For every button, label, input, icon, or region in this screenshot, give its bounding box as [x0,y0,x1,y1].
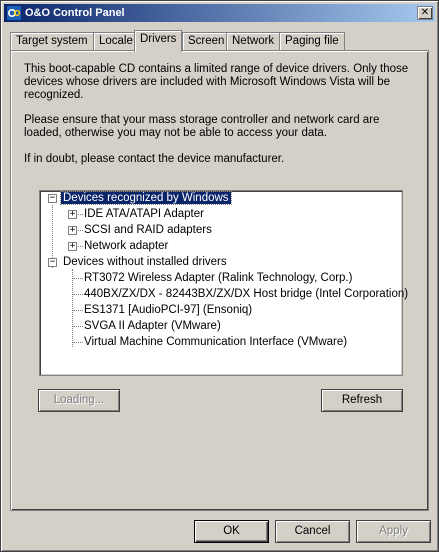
tree-node-label: RT3072 Wireless Adapter (Ralink Technolo… [84,272,353,284]
tab-locale[interactable]: Locale [93,32,139,51]
window-title: O&O Control Panel [25,7,125,19]
intro-text: This boot-capable CD contains a limited … [24,63,409,101]
app-icon [7,6,21,20]
tab-network[interactable]: Network [226,32,281,51]
tree-node-uninstalled[interactable]: Devices without installed drivers [61,255,229,271]
drivers-panel: This boot-capable CD contains a limited … [10,50,429,511]
tab-paging-file[interactable]: Paging file [279,32,345,51]
tree-node-device[interactable]: Virtual Machine Communication Interface … [82,335,349,351]
tree-node-label: Devices recognized by Windows [60,191,232,205]
cancel-button[interactable]: Cancel [275,520,350,543]
tree-node-label: SCSI and RAID adapters [84,224,212,236]
device-tree[interactable]: − Devices recognized by Windows + IDE AT… [39,190,408,376]
tab-screen[interactable]: Screen [182,32,231,51]
tree-line [72,269,73,347]
tab-drivers[interactable]: Drivers [134,30,183,52]
tree-node-scsi[interactable]: SCSI and RAID adapters [82,223,214,239]
expand-icon[interactable]: + [68,226,77,235]
expand-icon[interactable]: + [68,210,77,219]
tree-node-label: IDE ATA/ATAPI Adapter [84,208,204,220]
refresh-button[interactable]: Refresh [321,389,403,412]
tree-node-ide[interactable]: IDE ATA/ATAPI Adapter [82,207,206,223]
tree-node-device[interactable]: RT3072 Wireless Adapter (Ralink Technolo… [82,271,354,287]
tree-node-label: Network adapter [84,240,169,252]
tree-node-label: ES1371 [AudioPCI-97] (Ensoniq) [84,304,253,316]
expand-icon[interactable]: + [68,242,77,251]
tab-target-system[interactable]: Target system [10,32,94,51]
collapse-icon[interactable]: − [48,194,57,203]
close-button[interactable]: ✕ [417,6,433,20]
tree-node-device[interactable]: SVGA II Adapter (VMware) [82,319,223,335]
tree-node-device[interactable]: ES1371 [AudioPCI-97] (Ensoniq) [82,303,254,319]
contact-text: If in doubt, please contact the device m… [24,153,285,165]
tree-node-device[interactable]: 440BX/ZX/DX - 82443BX/ZX/DX Host bridge … [82,287,410,303]
tree-node-network[interactable]: Network adapter [82,239,170,255]
tree-node-label: 440BX/ZX/DX - 82443BX/ZX/DX Host bridge … [84,288,409,300]
tree-node-label: Virtual Machine Communication Interface … [84,336,348,348]
loading-button[interactable]: Loading... [38,389,120,412]
title-bar[interactable]: O&O Control Panel ✕ [4,4,435,22]
collapse-icon[interactable]: − [48,258,57,267]
tree-node-label: Devices without installed drivers [63,256,227,268]
apply-button[interactable]: Apply [356,520,431,543]
control-panel-window: O&O Control Panel ✕ Target system Locale… [0,0,439,552]
tree-node-recognized[interactable]: Devices recognized by Windows [60,191,232,207]
tree-node-label: SVGA II Adapter (VMware) [84,320,221,332]
close-icon: ✕ [420,7,430,18]
ok-button[interactable]: OK [194,520,269,543]
warning-text: Please ensure that your mass storage con… [24,114,380,139]
